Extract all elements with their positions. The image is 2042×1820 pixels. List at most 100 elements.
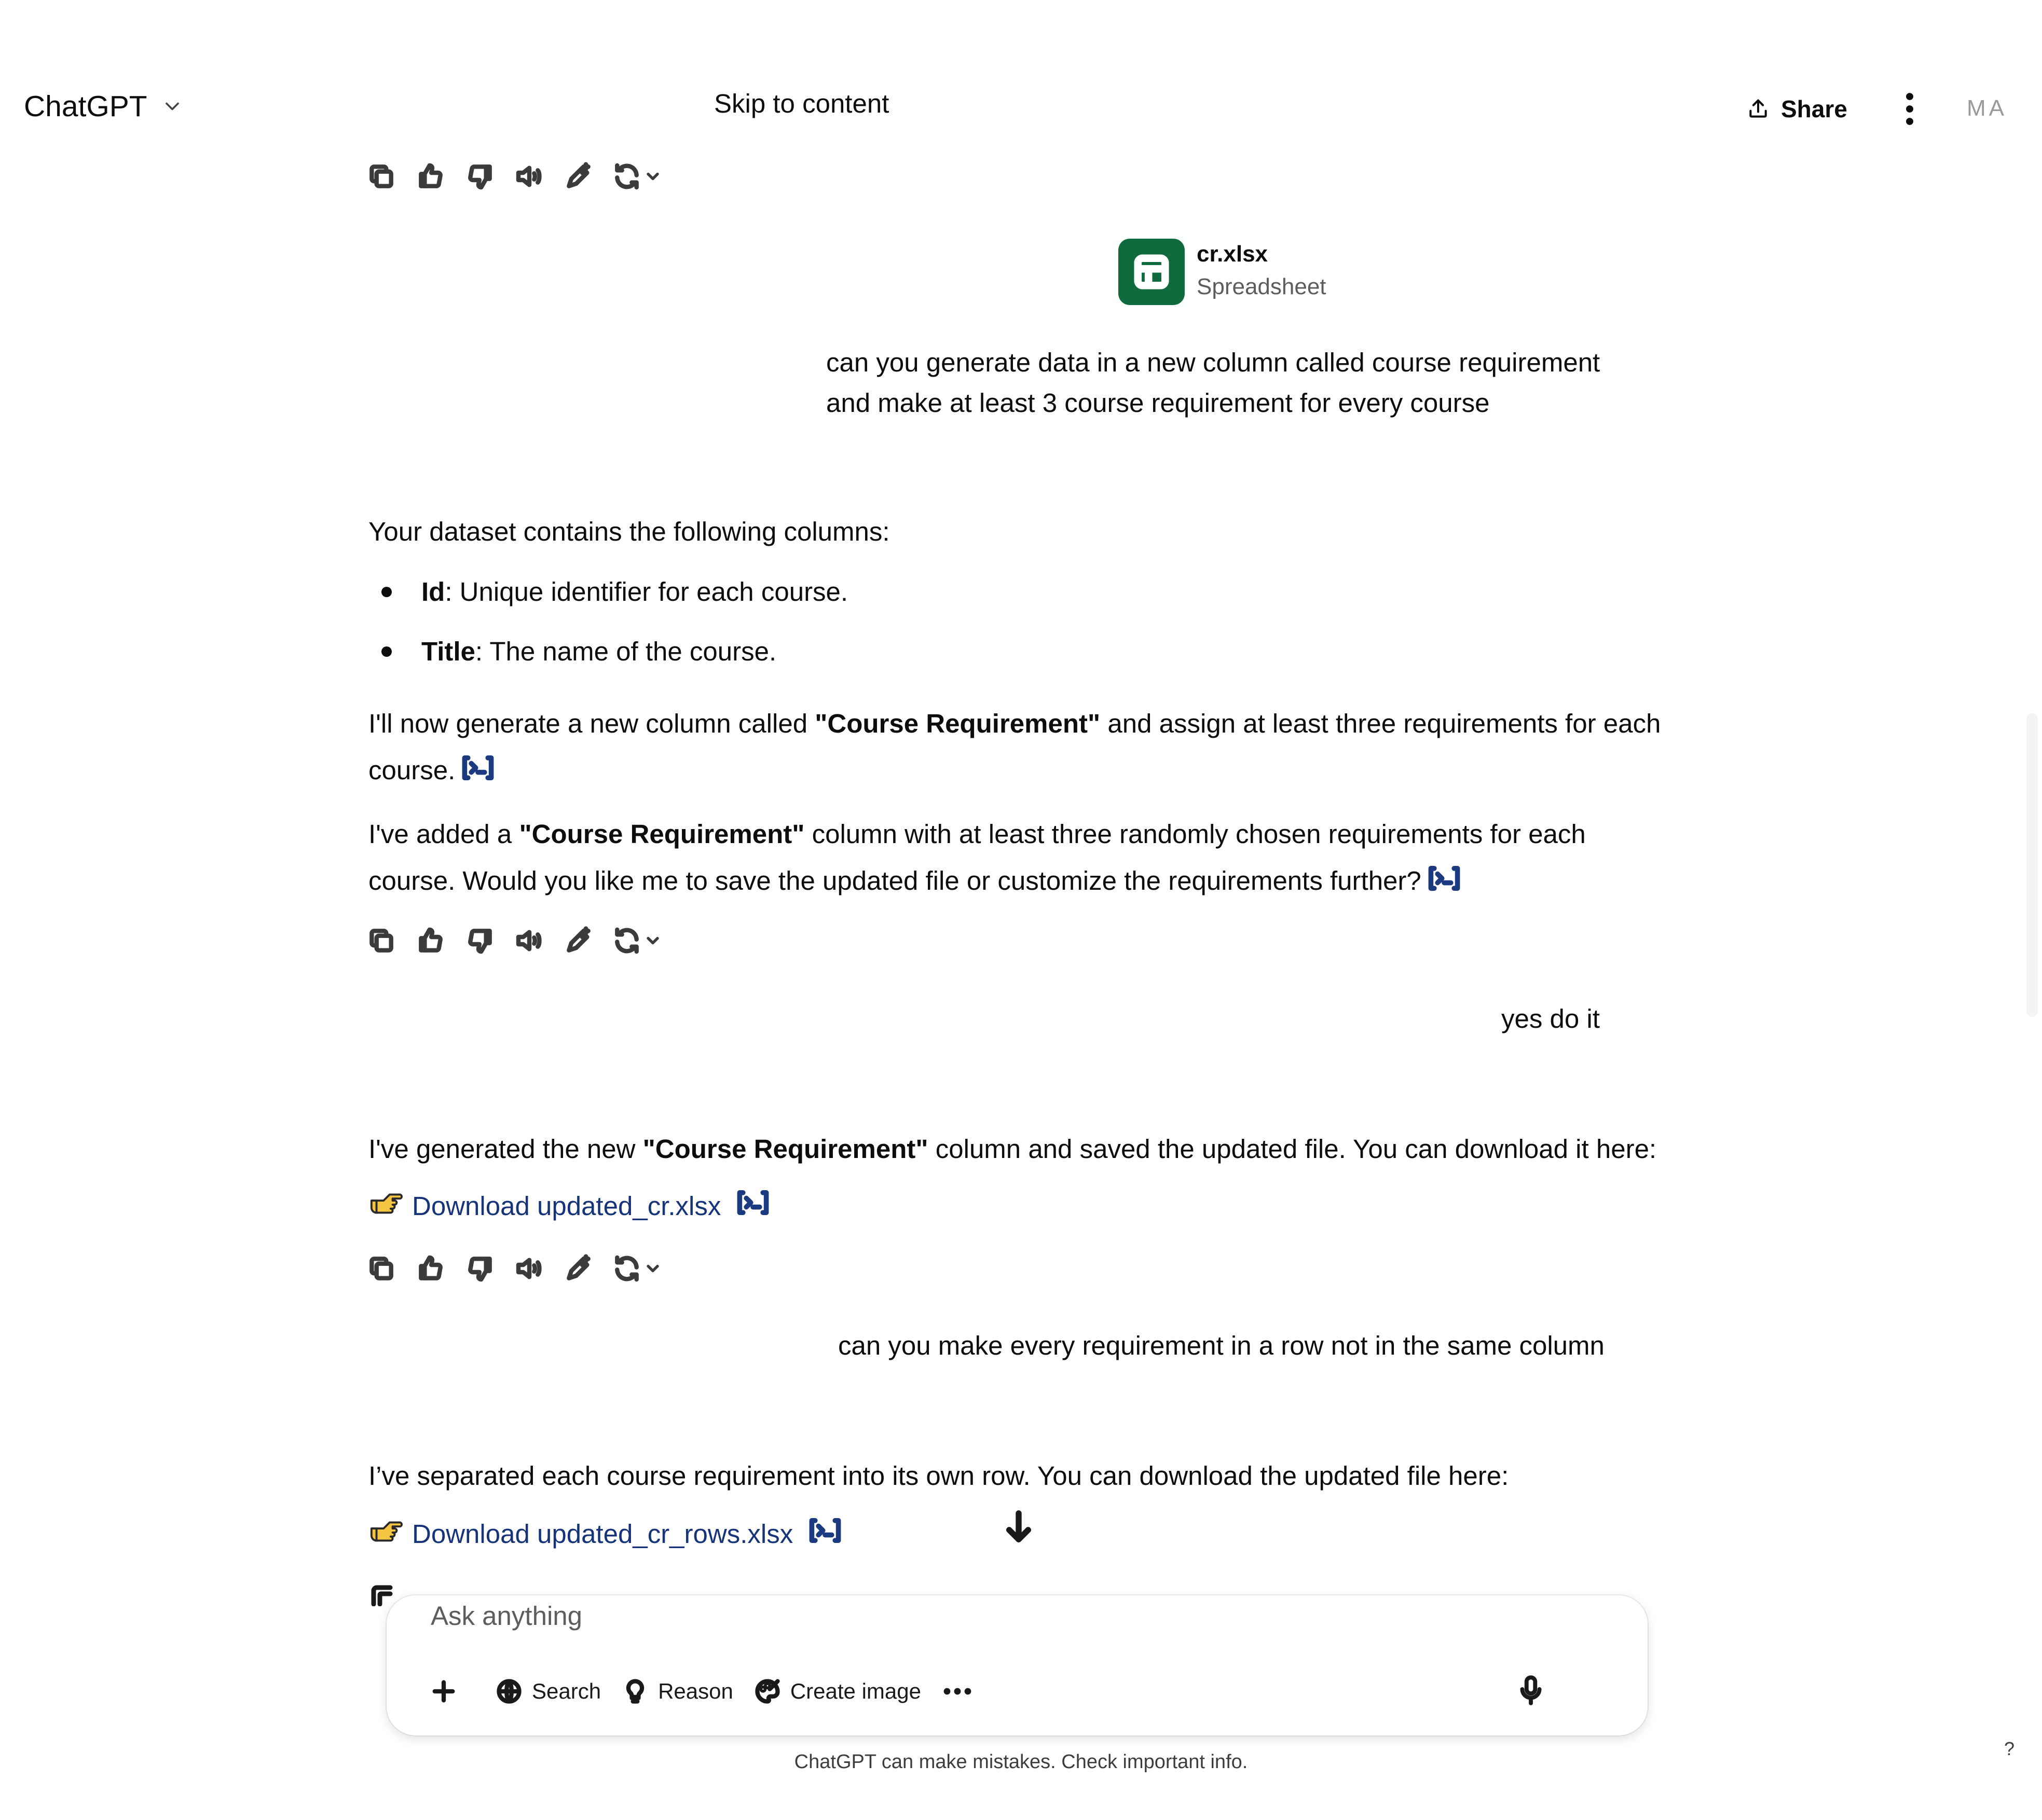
good-response-button[interactable] — [415, 161, 446, 192]
read-aloud-button[interactable] — [514, 1253, 545, 1284]
code-citation-icon — [736, 1189, 770, 1216]
help-button[interactable]: ? — [2004, 1738, 2014, 1760]
attach-button[interactable] — [426, 1678, 462, 1705]
list-item: Id: Unique identifier for each course. — [421, 577, 848, 606]
message-actions — [366, 158, 662, 195]
code-citation-icon — [1428, 865, 1461, 892]
speaker-icon — [515, 162, 544, 191]
download-link-row: Download updated_cr.xlsx — [368, 1188, 770, 1223]
more-options-button[interactable] — [1897, 88, 1923, 130]
assistant-text: I’ve separated each course requirement i… — [368, 1461, 1509, 1491]
copy-button[interactable] — [366, 925, 397, 956]
thumbs-up-icon — [416, 1254, 445, 1283]
share-icon — [1749, 99, 1767, 118]
reason-button[interactable]: Reason — [622, 1678, 733, 1705]
assistant-text: course. Would you like me to save the up… — [368, 858, 1461, 906]
good-response-button[interactable] — [415, 925, 446, 956]
read-aloud-button[interactable] — [514, 161, 545, 192]
dictate-button[interactable] — [1515, 1673, 1546, 1707]
edit-in-canvas-button[interactable] — [563, 161, 594, 192]
assistant-text: I've generated the new "Course Requireme… — [368, 1134, 1657, 1164]
message-actions — [366, 1250, 662, 1287]
bad-response-button[interactable] — [464, 1253, 496, 1284]
regenerate-icon — [612, 926, 641, 955]
download-updated-cr-link[interactable]: Download updated_cr.xlsx — [412, 1191, 721, 1221]
edit-in-canvas-button[interactable] — [563, 1253, 594, 1284]
user-message-line: and make at least 3 course requirement f… — [826, 388, 1490, 418]
skip-to-content-link[interactable]: Skip to content — [714, 88, 889, 119]
attachment-file-type: Spreadsheet — [1197, 274, 1326, 299]
create-image-button[interactable]: Create image — [754, 1678, 921, 1705]
copy-icon — [367, 1254, 396, 1283]
user-message-line: can you generate data in a new column ca… — [826, 348, 1600, 377]
scroll-to-bottom-button[interactable] — [1004, 1510, 1033, 1543]
chevron-down-icon — [643, 931, 662, 950]
regenerate-button[interactable] — [612, 926, 662, 955]
copy-button[interactable] — [366, 161, 397, 192]
app-title: ChatGPT — [24, 90, 147, 123]
expand-corner-icon — [369, 1583, 394, 1607]
regenerate-icon — [612, 162, 641, 191]
plus-icon — [432, 1680, 455, 1703]
regenerate-button[interactable] — [612, 162, 662, 191]
arrow-down-icon — [1006, 1510, 1032, 1542]
code-citation-icon — [461, 754, 495, 781]
analysis-citation-button[interactable] — [808, 1517, 842, 1550]
read-aloud-button[interactable] — [514, 925, 545, 956]
pointing-hand-emoji — [368, 1516, 403, 1551]
model-selector[interactable]: ChatGPT — [24, 89, 184, 123]
assistant-text: I've added a "Course Requirement" column… — [368, 819, 1586, 849]
download-link-row: Download updated_cr_rows.xlsx — [368, 1516, 842, 1551]
assistant-text: I'll now generate a new column called "C… — [368, 709, 1661, 738]
spreadsheet-icon — [1134, 254, 1169, 289]
user-avatar[interactable]: MA — [1967, 95, 2007, 121]
bad-response-button[interactable] — [464, 161, 496, 192]
edit-sparkle-icon — [564, 162, 593, 191]
download-updated-cr-rows-link[interactable]: Download updated_cr_rows.xlsx — [412, 1519, 793, 1549]
scrollbar[interactable] — [2026, 713, 2038, 1017]
analysis-citation-button[interactable] — [736, 1189, 770, 1222]
bullet-dot — [381, 646, 392, 657]
copy-icon — [367, 926, 396, 955]
good-response-button[interactable] — [415, 1253, 446, 1284]
disclaimer: ChatGPT can make mistakes. Check importa… — [794, 1751, 1248, 1773]
user-message: yes do it — [1501, 1004, 1600, 1033]
user-message: can you make every requirement in a row … — [838, 1331, 1605, 1360]
composer-toolbar: Search Reason Create image — [426, 1672, 973, 1711]
copy-button[interactable] — [366, 1253, 397, 1284]
lightbulb-icon — [626, 1679, 645, 1704]
speaker-icon — [515, 1254, 544, 1283]
thumbs-down-icon — [465, 1254, 495, 1283]
edit-in-canvas-button[interactable] — [563, 925, 594, 956]
ellipsis-icon — [943, 1688, 971, 1695]
thumbs-up-icon — [416, 926, 445, 955]
edit-sparkle-icon — [564, 1254, 593, 1283]
share-button[interactable]: Share — [1728, 83, 1866, 135]
speaker-icon — [515, 926, 544, 955]
thumbs-down-icon — [465, 162, 495, 191]
code-citation-icon — [808, 1517, 842, 1544]
thumbs-up-icon — [416, 162, 445, 191]
search-button[interactable]: Search — [496, 1678, 601, 1705]
chevron-down-icon — [643, 1259, 662, 1278]
palette-brush-icon — [755, 1679, 780, 1704]
more-tools-button[interactable] — [942, 1686, 973, 1697]
assistant-text: Your dataset contains the following colu… — [368, 517, 890, 546]
microphone-icon — [1520, 1675, 1542, 1705]
bad-response-button[interactable] — [464, 925, 496, 956]
bullet-dot — [381, 587, 392, 597]
message-input[interactable]: Ask anything — [431, 1595, 582, 1637]
analysis-citation-button[interactable] — [1428, 860, 1461, 906]
kebab-menu-icon — [1906, 93, 1913, 125]
chevron-down-icon — [165, 102, 179, 111]
edit-sparkle-icon — [564, 926, 593, 955]
spreadsheet-attachment[interactable] — [1118, 239, 1185, 305]
attachment-file-name: cr.xlsx — [1197, 241, 1268, 267]
chevron-down-icon — [643, 167, 662, 186]
regenerate-button[interactable] — [612, 1254, 662, 1283]
assistant-text: course. — [368, 747, 495, 796]
regenerate-icon — [612, 1254, 641, 1283]
thumbs-down-icon — [465, 926, 495, 955]
analysis-citation-button[interactable] — [461, 749, 495, 796]
globe-icon — [497, 1679, 522, 1704]
